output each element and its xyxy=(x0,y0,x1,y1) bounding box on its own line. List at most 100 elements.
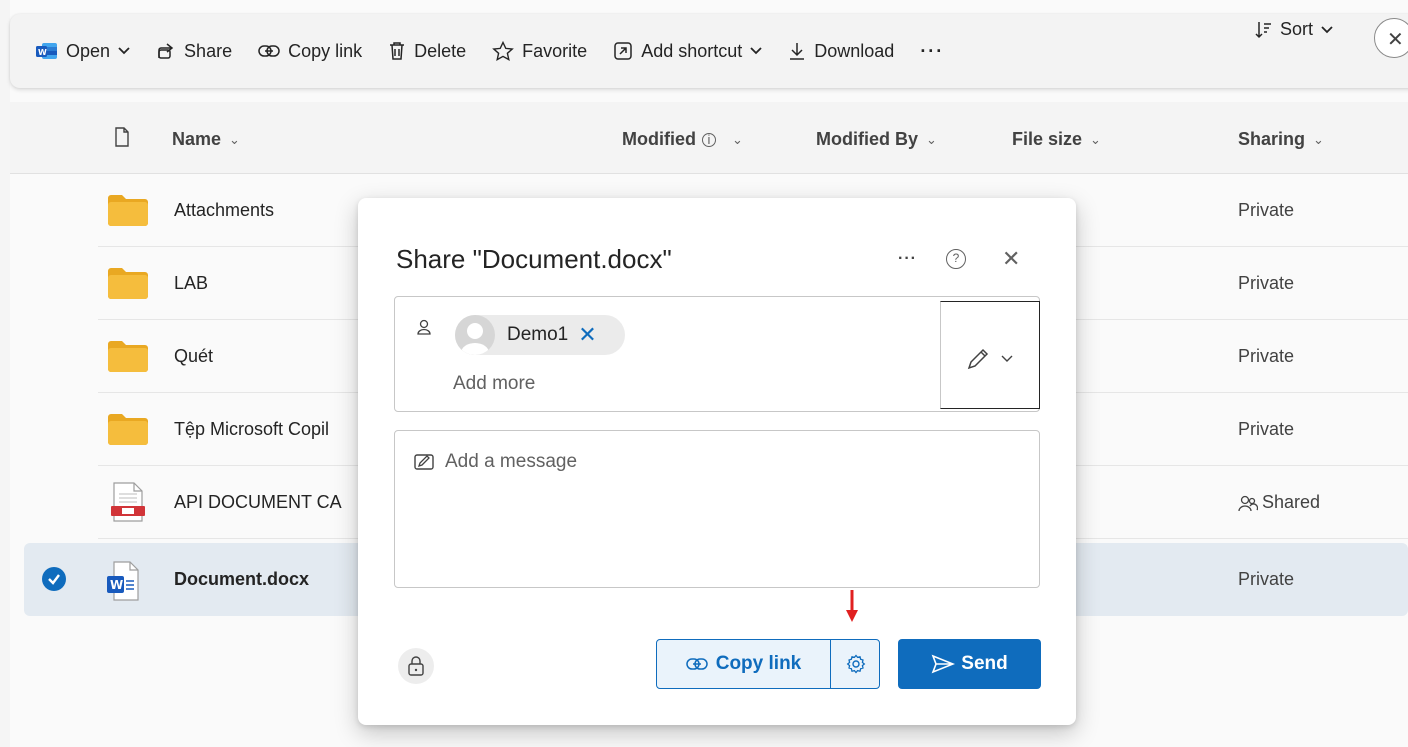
link-settings-button[interactable] xyxy=(832,640,880,688)
word-app-icon: W xyxy=(36,43,57,59)
item-name[interactable]: LAB xyxy=(174,273,208,294)
item-name[interactable]: Document.docx xyxy=(174,569,309,590)
chevron-down-icon xyxy=(1321,25,1333,33)
avatar xyxy=(455,315,495,355)
folder-icon xyxy=(108,195,148,226)
add-shortcut-label: Add shortcut xyxy=(641,40,743,61)
recipient-chip[interactable]: Demo1 ✕ xyxy=(455,315,625,355)
person-icon xyxy=(417,319,431,335)
sharing-status: Private xyxy=(1238,346,1295,366)
send-icon xyxy=(931,654,956,674)
message-placeholder-text: Add a message xyxy=(445,451,578,472)
sort-icon xyxy=(1255,21,1271,38)
dialog-actions: ··· ? ✕ xyxy=(898,246,1020,272)
remove-recipient-icon[interactable]: ✕ xyxy=(578,322,596,348)
modified-by-column-header[interactable]: Modified By ⌄ xyxy=(816,129,937,150)
chevron-down-icon: ⌄ xyxy=(229,131,240,147)
share-label: Share xyxy=(184,40,233,61)
sort-button[interactable]: Sort xyxy=(1254,19,1333,40)
recipient-name: Demo1 xyxy=(507,324,569,345)
copy-link-split-button: Copy link xyxy=(656,639,880,689)
sharing-status: Shared xyxy=(1238,492,1320,513)
command-bar: W Open Share Copy link Delete Favorite A… xyxy=(10,14,1408,88)
chevron-down-icon: ⌄ xyxy=(1313,131,1324,147)
gear-icon xyxy=(846,654,866,674)
sharing-status: Private xyxy=(1238,200,1295,220)
list-header: Name ⌄ Modified i ⌄ Modified By ⌄ File siz… xyxy=(10,102,1408,174)
sharing-status-label: Shared xyxy=(1262,492,1321,512)
item-name[interactable]: Quét xyxy=(174,346,213,367)
copy-link-toolbar-button[interactable]: Copy link xyxy=(258,33,362,69)
more-actions-button[interactable]: ··· xyxy=(920,33,944,69)
checkmark-icon[interactable] xyxy=(42,567,66,591)
share-icon xyxy=(158,43,174,59)
chevron-down-icon xyxy=(750,47,762,55)
chevron-down-icon xyxy=(1001,355,1013,362)
sort-label: Sort xyxy=(1280,19,1314,39)
file-type-column-icon[interactable] xyxy=(114,127,130,147)
info-icon: i xyxy=(702,132,716,147)
pdf-file-icon xyxy=(111,482,145,522)
sharing-status: Private xyxy=(1238,273,1295,293)
message-field[interactable]: Add a message xyxy=(394,430,1040,588)
add-shortcut-button[interactable]: Add shortcut xyxy=(613,33,762,69)
dialog-title: Share "Document.docx" xyxy=(396,244,672,274)
people-icon xyxy=(1238,495,1258,511)
item-name[interactable]: Attachments xyxy=(174,200,274,221)
download-label: Download xyxy=(814,40,895,61)
modified-header-label: Modified xyxy=(622,129,696,149)
sharing-column-header[interactable]: Sharing ⌄ xyxy=(1238,129,1324,150)
send-label: Send xyxy=(961,653,1008,674)
close-dialog-button[interactable]: ✕ xyxy=(1002,246,1020,272)
chevron-down-icon: ⌄ xyxy=(1090,131,1101,147)
file-size-header-label: File size xyxy=(1012,129,1083,149)
delete-button[interactable]: Delete xyxy=(388,33,466,69)
open-button[interactable]: W Open xyxy=(36,33,130,69)
send-button[interactable]: Send xyxy=(898,639,1041,689)
folder-icon xyxy=(108,341,148,372)
edit-message-icon xyxy=(414,454,434,470)
link-settings-lock-button[interactable] xyxy=(398,648,434,684)
share-button[interactable]: Share xyxy=(156,33,232,69)
download-button[interactable]: Download xyxy=(788,33,894,69)
sharing-status: Private xyxy=(1238,569,1295,589)
item-name[interactable]: Tệp Microsoft Copil xyxy=(174,419,329,440)
pencil-icon xyxy=(967,348,989,370)
open-label: Open xyxy=(66,40,111,61)
trash-icon xyxy=(390,42,405,60)
favorite-button[interactable]: Favorite xyxy=(492,33,587,69)
name-header-label: Name xyxy=(172,129,222,149)
modified-by-header-label: Modified By xyxy=(816,129,918,149)
link-icon xyxy=(685,658,708,670)
folder-icon xyxy=(108,414,148,445)
folder-icon xyxy=(108,268,148,299)
help-icon[interactable]: ? xyxy=(946,249,966,269)
chevron-down-icon: ⌄ xyxy=(926,131,937,147)
close-pane-button[interactable]: ✕ xyxy=(1374,18,1408,58)
permission-dropdown[interactable] xyxy=(940,301,1040,409)
copy-link-label: Copy link xyxy=(288,40,363,61)
more-options-button[interactable]: ··· xyxy=(898,250,934,268)
svg-text:W: W xyxy=(110,578,123,592)
chevron-down-icon: ⌄ xyxy=(732,131,743,147)
download-icon xyxy=(790,43,805,60)
favorite-label: Favorite xyxy=(522,40,588,61)
svg-text:W: W xyxy=(38,48,47,57)
name-column-header[interactable]: Name ⌄ xyxy=(172,129,240,150)
sharing-status: Private xyxy=(1238,419,1295,439)
item-name[interactable]: API DOCUMENT CA xyxy=(174,492,342,513)
sharing-header-label: Sharing xyxy=(1238,129,1306,149)
copy-link-button[interactable]: Copy link xyxy=(657,640,831,688)
modified-column-header[interactable]: Modified i ⌄ xyxy=(622,129,743,150)
delete-label: Delete xyxy=(414,40,467,61)
shortcut-icon xyxy=(614,42,632,60)
lock-icon xyxy=(408,656,424,676)
share-dialog: Share "Document.docx" ··· ? ✕ Demo1 ✕ Ad… xyxy=(358,198,1076,725)
file-size-column-header[interactable]: File size ⌄ xyxy=(1012,129,1101,150)
copy-link-button-label: Copy link xyxy=(715,653,802,674)
annotation-arrow-icon xyxy=(846,590,858,622)
add-more-input[interactable]: Add more xyxy=(453,373,535,395)
message-placeholder: Add a message xyxy=(413,451,577,473)
link-icon xyxy=(258,45,280,57)
word-file-icon: W xyxy=(107,561,139,601)
